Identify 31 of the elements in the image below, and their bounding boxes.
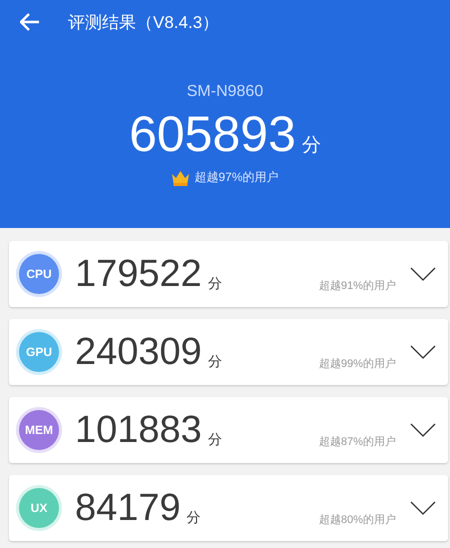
- category-badge: MEM: [19, 410, 59, 450]
- rank-text: 超越99%的用户: [318, 356, 396, 371]
- score-card[interactable]: UX 84179 分 超越80%的用户: [9, 475, 448, 541]
- back-icon[interactable]: [20, 13, 40, 31]
- category-badge: CPU: [19, 254, 59, 294]
- page-title: 评测结果（V8.4.3）: [68, 12, 220, 34]
- score-unit: 分: [186, 509, 201, 527]
- category-score: 101883: [75, 408, 202, 452]
- device-name: SM-N9860: [186, 83, 264, 100]
- category-score: 240309: [75, 330, 202, 374]
- score-unit: 分: [208, 275, 222, 293]
- rank-text: 超越91%的用户: [318, 278, 396, 293]
- score-card[interactable]: CPU 179522 分 超越91%的用户: [9, 241, 448, 307]
- rank-text: 超越97%的用户: [194, 169, 279, 186]
- category-badge: GPU: [19, 332, 59, 372]
- chevron-icon[interactable]: [410, 501, 436, 515]
- score-unit: 分: [208, 431, 222, 449]
- score-card[interactable]: MEM 101883 分 超越87%的用户: [9, 397, 448, 463]
- category-badge: UX: [19, 488, 59, 528]
- score-unit: 分: [208, 353, 222, 371]
- chevron-icon[interactable]: [410, 267, 436, 281]
- chevron-icon[interactable]: [410, 345, 436, 359]
- total-score: 605893: [129, 105, 296, 163]
- score-card[interactable]: GPU 240309 分 超越99%的用户: [9, 319, 448, 385]
- rank-text: 超越80%的用户: [318, 512, 396, 527]
- rank-text: 超越87%的用户: [318, 434, 396, 449]
- category-score: 179522: [75, 252, 202, 296]
- chevron-icon[interactable]: [410, 423, 436, 437]
- crown-icon: [171, 170, 190, 186]
- category-score: 84179: [75, 486, 181, 530]
- score-unit: 分: [302, 134, 321, 158]
